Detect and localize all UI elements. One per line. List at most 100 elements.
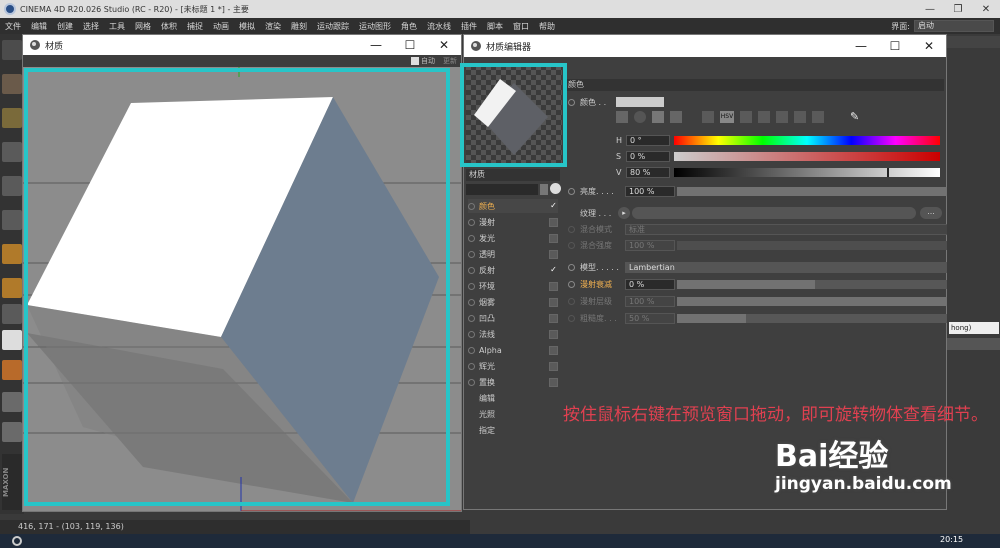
- channel-fog[interactable]: 烟雾: [468, 295, 558, 309]
- channel-radio[interactable]: [468, 378, 475, 386]
- menu-plugins[interactable]: 插件: [456, 21, 482, 32]
- spline-icon[interactable]: [2, 278, 22, 298]
- channel-environment[interactable]: 环境: [468, 279, 558, 293]
- texture-mode-icon[interactable]: [2, 108, 22, 128]
- channel-reflectance[interactable]: 反射 ✓: [468, 263, 558, 277]
- close-button[interactable]: ✕: [972, 4, 1000, 15]
- channel-check[interactable]: [549, 297, 558, 307]
- brightness-anim-dot[interactable]: [568, 187, 575, 195]
- menu-help[interactable]: 帮助: [534, 21, 560, 32]
- channel-radio[interactable]: [468, 218, 475, 226]
- hex-icon[interactable]: [794, 111, 806, 123]
- search-icon[interactable]: [12, 536, 22, 546]
- model-dropdown[interactable]: Lambertian: [625, 261, 953, 273]
- channel-radio[interactable]: [468, 330, 475, 338]
- filter-arrow-icon[interactable]: [540, 184, 548, 195]
- color-anim-dot[interactable]: [568, 98, 575, 106]
- menu-script[interactable]: 脚本: [482, 21, 508, 32]
- auto-checkbox[interactable]: [411, 57, 419, 65]
- editor-close-button[interactable]: ✕: [912, 39, 946, 53]
- sculpt-s-icon[interactable]: [2, 330, 22, 350]
- locked-workplane-icon[interactable]: [2, 422, 22, 442]
- swatches-icon[interactable]: [776, 111, 788, 123]
- material-maximize-button[interactable]: ☐: [393, 38, 427, 52]
- channel-bump[interactable]: 凹凸: [468, 311, 558, 325]
- channel-radio[interactable]: [468, 298, 475, 306]
- diffuse-level-field[interactable]: 100 %: [625, 295, 675, 307]
- color-swatch[interactable]: [616, 97, 664, 107]
- menu-mesh[interactable]: 网格: [130, 21, 156, 32]
- menu-sculpt[interactable]: 雕刻: [286, 21, 312, 32]
- channel-luminance[interactable]: 发光: [468, 231, 558, 245]
- channel-check[interactable]: [549, 217, 558, 227]
- channel-diffusion[interactable]: 漫射: [468, 215, 558, 229]
- hue-field[interactable]: 0 °: [626, 134, 670, 146]
- channel-radio[interactable]: [468, 346, 475, 354]
- channel-check[interactable]: [549, 329, 558, 339]
- spectrum-icon[interactable]: [634, 111, 646, 123]
- editor-maximize-button[interactable]: ☐: [878, 39, 912, 53]
- channel-color[interactable]: 颜色 ✓: [468, 199, 558, 213]
- workplane-icon[interactable]: [2, 392, 22, 412]
- layout-dropdown[interactable]: 启动: [914, 20, 994, 32]
- menu-animate[interactable]: 动画: [208, 21, 234, 32]
- channel-check[interactable]: [549, 233, 558, 243]
- blend-mode-dropdown[interactable]: 标准: [625, 223, 953, 235]
- channel-radio[interactable]: [468, 266, 475, 274]
- roughness-slider[interactable]: [677, 313, 953, 323]
- channel-check[interactable]: [549, 313, 558, 323]
- edges-mode-icon[interactable]: [2, 176, 22, 196]
- menu-window[interactable]: 窗口: [508, 21, 534, 32]
- polygons-mode-icon[interactable]: [2, 210, 22, 230]
- channel-normal[interactable]: 法线: [468, 327, 558, 341]
- channel-radio[interactable]: [468, 314, 475, 322]
- diffuse-falloff-dot[interactable]: [568, 280, 575, 288]
- material-name-field[interactable]: 材质: [466, 169, 560, 181]
- channel-assignment[interactable]: 指定: [468, 423, 558, 437]
- model-mode-icon[interactable]: [2, 74, 22, 94]
- texture-arrow-icon[interactable]: ▸: [618, 207, 630, 219]
- model-anim-dot[interactable]: [568, 263, 575, 271]
- channel-glow[interactable]: 辉光: [468, 359, 558, 373]
- channel-displacement[interactable]: 置换: [468, 375, 558, 389]
- diffuse-level-slider[interactable]: [677, 296, 953, 306]
- menu-snap[interactable]: 捕捉: [182, 21, 208, 32]
- blend-strength-slider[interactable]: [677, 240, 953, 250]
- saturation-slider[interactable]: [674, 151, 940, 161]
- rgb-icon[interactable]: [702, 111, 714, 123]
- value-slider[interactable]: [674, 167, 940, 177]
- menu-mograph[interactable]: 运动图形: [354, 21, 396, 32]
- magnet-icon[interactable]: [2, 360, 22, 380]
- move-tool-icon[interactable]: [2, 40, 22, 60]
- menu-tools[interactable]: 工具: [104, 21, 130, 32]
- mixer-icon[interactable]: [758, 111, 770, 123]
- channel-check[interactable]: [549, 281, 558, 291]
- picker-icon[interactable]: [652, 111, 664, 123]
- menu-create[interactable]: 创建: [52, 21, 78, 32]
- menu-character[interactable]: 角色: [396, 21, 422, 32]
- channel-check[interactable]: [549, 345, 558, 355]
- texture-browse-button[interactable]: ...: [920, 207, 942, 219]
- hsv-icon[interactable]: HSV: [720, 111, 734, 123]
- channel-check[interactable]: ✓: [549, 265, 558, 275]
- channel-radio[interactable]: [468, 362, 475, 370]
- menu-render[interactable]: 渲染: [260, 21, 286, 32]
- texture-shader-field[interactable]: [632, 207, 916, 219]
- image-icon[interactable]: [670, 111, 682, 123]
- menu-motion-tracking[interactable]: 运动跟踪: [312, 21, 354, 32]
- menu-pipeline[interactable]: 流水线: [422, 21, 456, 32]
- channel-radio[interactable]: [468, 250, 475, 258]
- kelvin-icon[interactable]: [740, 111, 752, 123]
- channel-check[interactable]: [549, 249, 558, 259]
- maximize-button[interactable]: ❐: [944, 4, 972, 15]
- material-close-button[interactable]: ✕: [427, 38, 461, 52]
- color-wheel-icon[interactable]: [616, 111, 628, 123]
- value-field[interactable]: 80 %: [626, 166, 670, 178]
- diffuse-falloff-field[interactable]: 0 %: [625, 278, 675, 290]
- channel-illumination[interactable]: 光照: [468, 407, 558, 421]
- channel-alpha[interactable]: Alpha: [468, 343, 558, 357]
- channel-editor[interactable]: 编辑: [468, 391, 558, 405]
- eyedropper-pick-icon[interactable]: [550, 183, 561, 194]
- channel-check[interactable]: ✓: [549, 201, 558, 211]
- channel-radio[interactable]: [468, 234, 475, 242]
